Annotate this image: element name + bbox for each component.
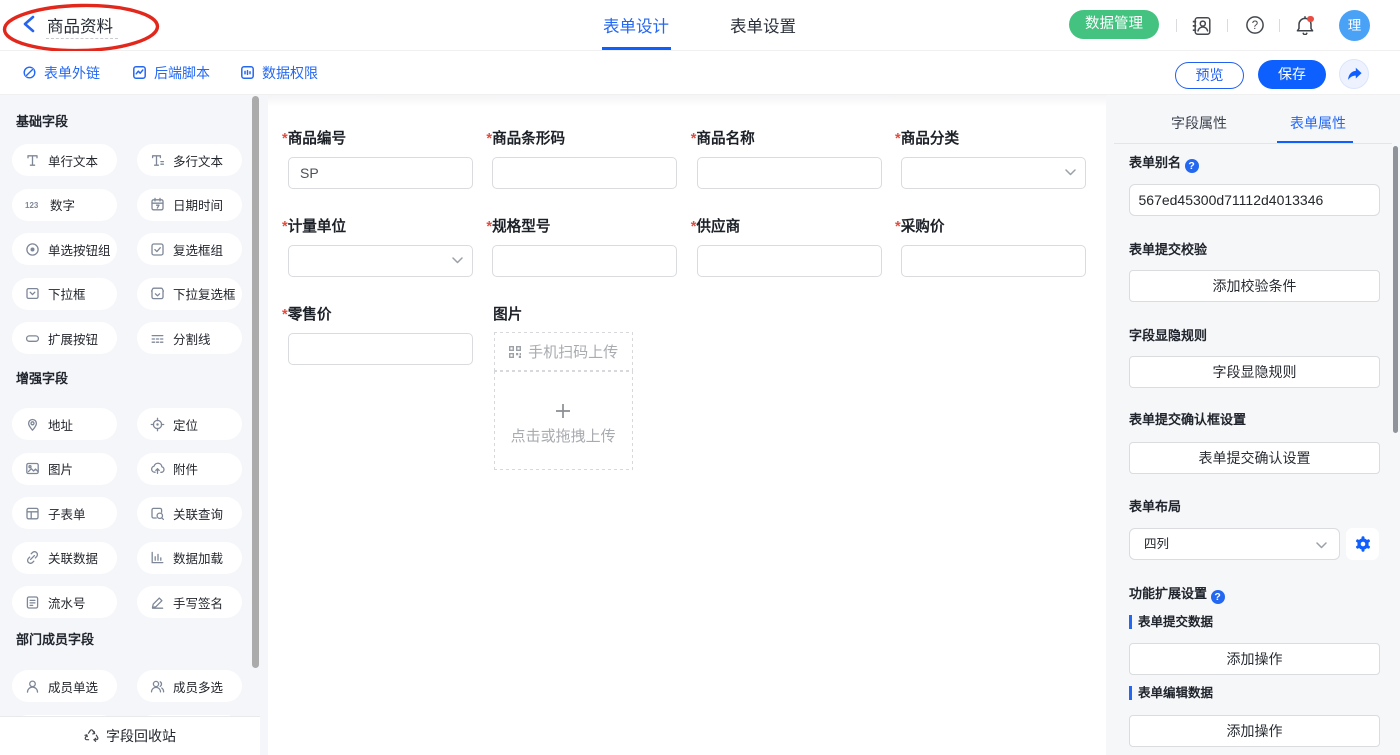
svg-text:?: ?	[1252, 20, 1258, 32]
svg-text:123: 123	[25, 201, 39, 210]
